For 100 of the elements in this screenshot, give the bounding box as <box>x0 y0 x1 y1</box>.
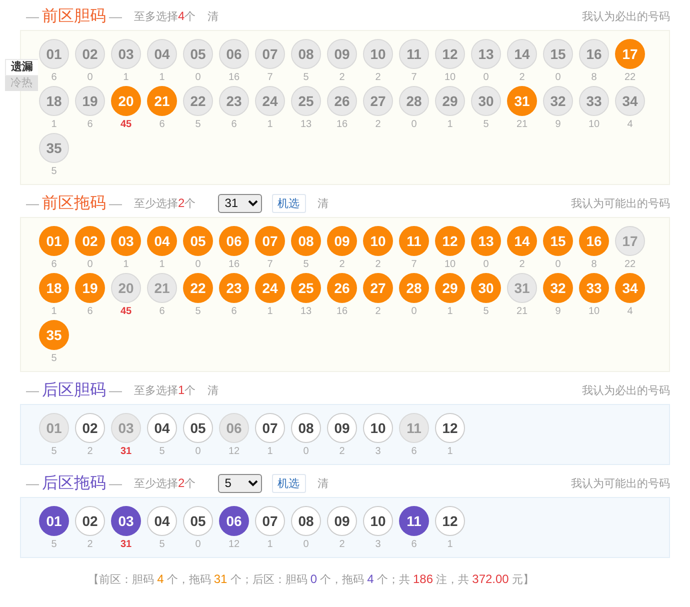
number-ball[interactable]: 10 <box>363 506 393 536</box>
number-ball[interactable]: 09 <box>327 413 357 443</box>
number-ball[interactable]: 06 <box>219 506 249 536</box>
number-ball[interactable]: 01 <box>39 226 69 256</box>
number-ball[interactable]: 29 <box>435 86 465 116</box>
number-ball[interactable]: 29 <box>435 273 465 303</box>
number-ball[interactable]: 25 <box>291 86 321 116</box>
number-ball[interactable]: 07 <box>255 226 285 256</box>
number-ball[interactable]: 14 <box>507 39 537 69</box>
number-ball[interactable]: 02 <box>75 39 105 69</box>
number-ball[interactable]: 16 <box>579 39 609 69</box>
number-ball[interactable]: 13 <box>471 39 501 69</box>
number-ball[interactable]: 27 <box>363 273 393 303</box>
number-ball[interactable]: 15 <box>543 226 573 256</box>
number-ball[interactable]: 01 <box>39 39 69 69</box>
number-ball[interactable]: 10 <box>363 413 393 443</box>
number-ball[interactable]: 03 <box>111 39 141 69</box>
number-ball[interactable]: 05 <box>183 413 213 443</box>
number-ball[interactable]: 09 <box>327 506 357 536</box>
number-ball[interactable]: 30 <box>471 273 501 303</box>
number-ball[interactable]: 24 <box>255 86 285 116</box>
number-ball[interactable]: 02 <box>75 506 105 536</box>
number-ball[interactable]: 23 <box>219 86 249 116</box>
number-ball[interactable]: 09 <box>327 39 357 69</box>
number-ball[interactable]: 01 <box>39 506 69 536</box>
number-ball[interactable]: 11 <box>399 506 429 536</box>
number-ball[interactable]: 22 <box>183 273 213 303</box>
number-ball[interactable]: 35 <box>39 320 69 350</box>
number-ball[interactable]: 28 <box>399 86 429 116</box>
number-ball[interactable]: 12 <box>435 226 465 256</box>
number-ball[interactable]: 18 <box>39 86 69 116</box>
number-ball[interactable]: 34 <box>615 86 645 116</box>
count-select[interactable]: 31 <box>218 194 262 212</box>
number-ball[interactable]: 03 <box>111 506 141 536</box>
number-ball[interactable]: 31 <box>507 86 537 116</box>
number-ball[interactable]: 13 <box>471 226 501 256</box>
count-select[interactable]: 5 <box>218 474 262 492</box>
number-ball[interactable]: 04 <box>147 413 177 443</box>
clear-link[interactable]: 清 <box>318 196 329 210</box>
number-ball[interactable]: 06 <box>219 39 249 69</box>
number-ball[interactable]: 10 <box>363 226 393 256</box>
number-ball[interactable]: 15 <box>543 39 573 69</box>
number-ball[interactable]: 04 <box>147 39 177 69</box>
number-ball[interactable]: 07 <box>255 39 285 69</box>
number-ball[interactable]: 07 <box>255 506 285 536</box>
number-ball[interactable]: 21 <box>147 86 177 116</box>
number-ball[interactable]: 05 <box>183 39 213 69</box>
number-ball[interactable]: 18 <box>39 273 69 303</box>
number-ball[interactable]: 33 <box>579 86 609 116</box>
number-ball[interactable]: 12 <box>435 506 465 536</box>
number-ball[interactable]: 07 <box>255 413 285 443</box>
number-ball[interactable]: 08 <box>291 39 321 69</box>
number-ball[interactable]: 27 <box>363 86 393 116</box>
number-ball[interactable]: 03 <box>111 226 141 256</box>
number-ball[interactable]: 19 <box>75 273 105 303</box>
number-ball[interactable]: 09 <box>327 226 357 256</box>
side-tab[interactable]: 遗漏 <box>5 59 38 76</box>
miss-count: 5 <box>51 539 57 550</box>
number-ball[interactable]: 20 <box>111 86 141 116</box>
number-ball[interactable]: 23 <box>219 273 249 303</box>
number-ball[interactable]: 02 <box>75 226 105 256</box>
number-ball[interactable]: 12 <box>435 413 465 443</box>
random-pick-button[interactable]: 机选 <box>272 474 306 492</box>
number-ball[interactable]: 11 <box>399 226 429 256</box>
random-pick-button[interactable]: 机选 <box>272 194 306 212</box>
number-ball[interactable]: 16 <box>579 226 609 256</box>
number-ball[interactable]: 26 <box>327 86 357 116</box>
number-ball[interactable]: 32 <box>543 273 573 303</box>
number-ball[interactable]: 05 <box>183 226 213 256</box>
number-ball[interactable]: 17 <box>615 39 645 69</box>
number-ball[interactable]: 08 <box>291 413 321 443</box>
clear-link[interactable]: 清 <box>318 476 329 490</box>
number-ball[interactable]: 11 <box>399 39 429 69</box>
number-ball[interactable]: 33 <box>579 273 609 303</box>
number-ball[interactable]: 25 <box>291 273 321 303</box>
number-ball[interactable]: 14 <box>507 226 537 256</box>
side-tab[interactable]: 冷热 <box>5 76 38 91</box>
number-ball[interactable]: 06 <box>219 226 249 256</box>
number-ball[interactable]: 02 <box>75 413 105 443</box>
number-ball[interactable]: 28 <box>399 273 429 303</box>
number-ball[interactable]: 35 <box>39 133 69 163</box>
number-ball[interactable]: 10 <box>363 39 393 69</box>
number-ball[interactable]: 08 <box>291 226 321 256</box>
number-ball[interactable]: 08 <box>291 506 321 536</box>
number-ball[interactable]: 04 <box>147 226 177 256</box>
miss-count: 0 <box>303 446 309 457</box>
number-ball[interactable]: 24 <box>255 273 285 303</box>
number-ball[interactable]: 34 <box>615 273 645 303</box>
number-ball[interactable]: 30 <box>471 86 501 116</box>
miss-count: 1 <box>159 72 165 83</box>
miss-count: 5 <box>303 259 309 270</box>
number-ball[interactable]: 32 <box>543 86 573 116</box>
number-ball[interactable]: 26 <box>327 273 357 303</box>
number-ball[interactable]: 22 <box>183 86 213 116</box>
number-ball[interactable]: 19 <box>75 86 105 116</box>
number-ball[interactable]: 05 <box>183 506 213 536</box>
number-ball[interactable]: 12 <box>435 39 465 69</box>
clear-link[interactable]: 清 <box>208 382 219 398</box>
clear-link[interactable]: 清 <box>208 8 219 24</box>
number-ball[interactable]: 04 <box>147 506 177 536</box>
